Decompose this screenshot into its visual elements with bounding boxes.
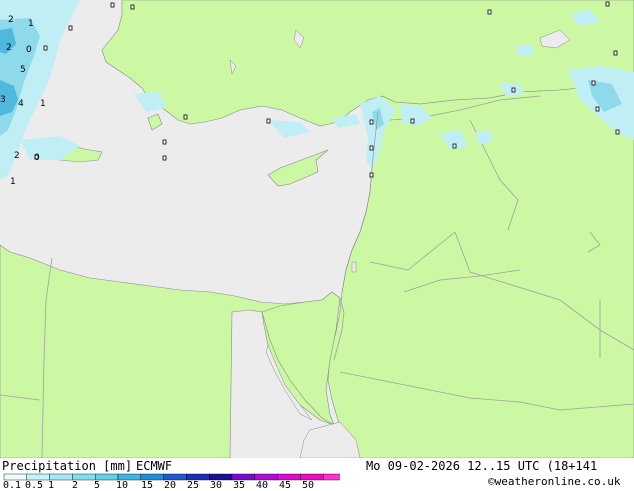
dead-sea [351, 261, 357, 273]
point-label: 2 [6, 43, 12, 53]
point-label: 2 [14, 151, 20, 161]
scale-tick: 15 [141, 480, 154, 491]
point-label: 5 [20, 65, 26, 75]
city-marker [162, 139, 167, 145]
city-marker [68, 25, 73, 31]
city-marker [130, 4, 135, 10]
scale-tick: 1 [48, 480, 55, 491]
city-marker [615, 129, 620, 135]
scale-tick: 0.1 [3, 480, 22, 491]
city-marker [369, 145, 374, 151]
point-label: 1 [40, 99, 46, 109]
model-name: ECMWF [136, 459, 173, 473]
city-marker [595, 106, 600, 112]
precip-iraq-spot2 [476, 130, 492, 144]
city-marker [369, 172, 374, 178]
scale-swatch [323, 473, 340, 481]
point-label: 0 [34, 153, 40, 163]
scale-tick: 0.5 [25, 480, 44, 491]
city-marker [511, 87, 516, 93]
city-marker [591, 80, 596, 86]
city-marker [452, 143, 457, 149]
city-marker [110, 2, 115, 8]
precip-north-2 [516, 46, 534, 56]
city-marker [162, 155, 167, 161]
point-label: 1 [28, 19, 34, 29]
point-label: 1 [10, 177, 16, 187]
scale-tick: 25 [187, 480, 200, 491]
precipitation-map: 2 1 2 0 5 3 4 1 2 0 1 [0, 0, 634, 458]
city-marker [613, 50, 618, 56]
city-marker [487, 9, 492, 15]
forecast-datetime: Mo 09-02-2026 12..15 UTC (18+141 [366, 459, 598, 473]
scale-tick: 20 [164, 480, 177, 491]
scale-tick: 30 [210, 480, 223, 491]
precipitation-title: Precipitation [mm] [2, 459, 133, 473]
city-marker [410, 118, 415, 124]
point-label: 4 [18, 99, 24, 109]
city-marker [183, 114, 188, 120]
map-footer: Precipitation [mm] ECMWF Mo 09-02-2026 1… [0, 458, 634, 491]
scale-tick: 50 [302, 480, 315, 491]
point-label: 2 [8, 15, 14, 25]
scale-tick: 10 [116, 480, 129, 491]
scale-tick: 45 [279, 480, 292, 491]
scale-tick: 2 [72, 480, 79, 491]
scale-tick: 40 [256, 480, 269, 491]
point-label: 3 [0, 95, 6, 105]
city-marker [266, 118, 271, 124]
point-label: 0 [26, 45, 32, 55]
scale-tick: 35 [233, 480, 246, 491]
city-marker [43, 45, 48, 51]
city-marker [369, 119, 374, 125]
city-marker [605, 1, 610, 7]
scale-tick: 5 [94, 480, 101, 491]
credit-text: ©weatheronline.co.uk [488, 475, 621, 488]
